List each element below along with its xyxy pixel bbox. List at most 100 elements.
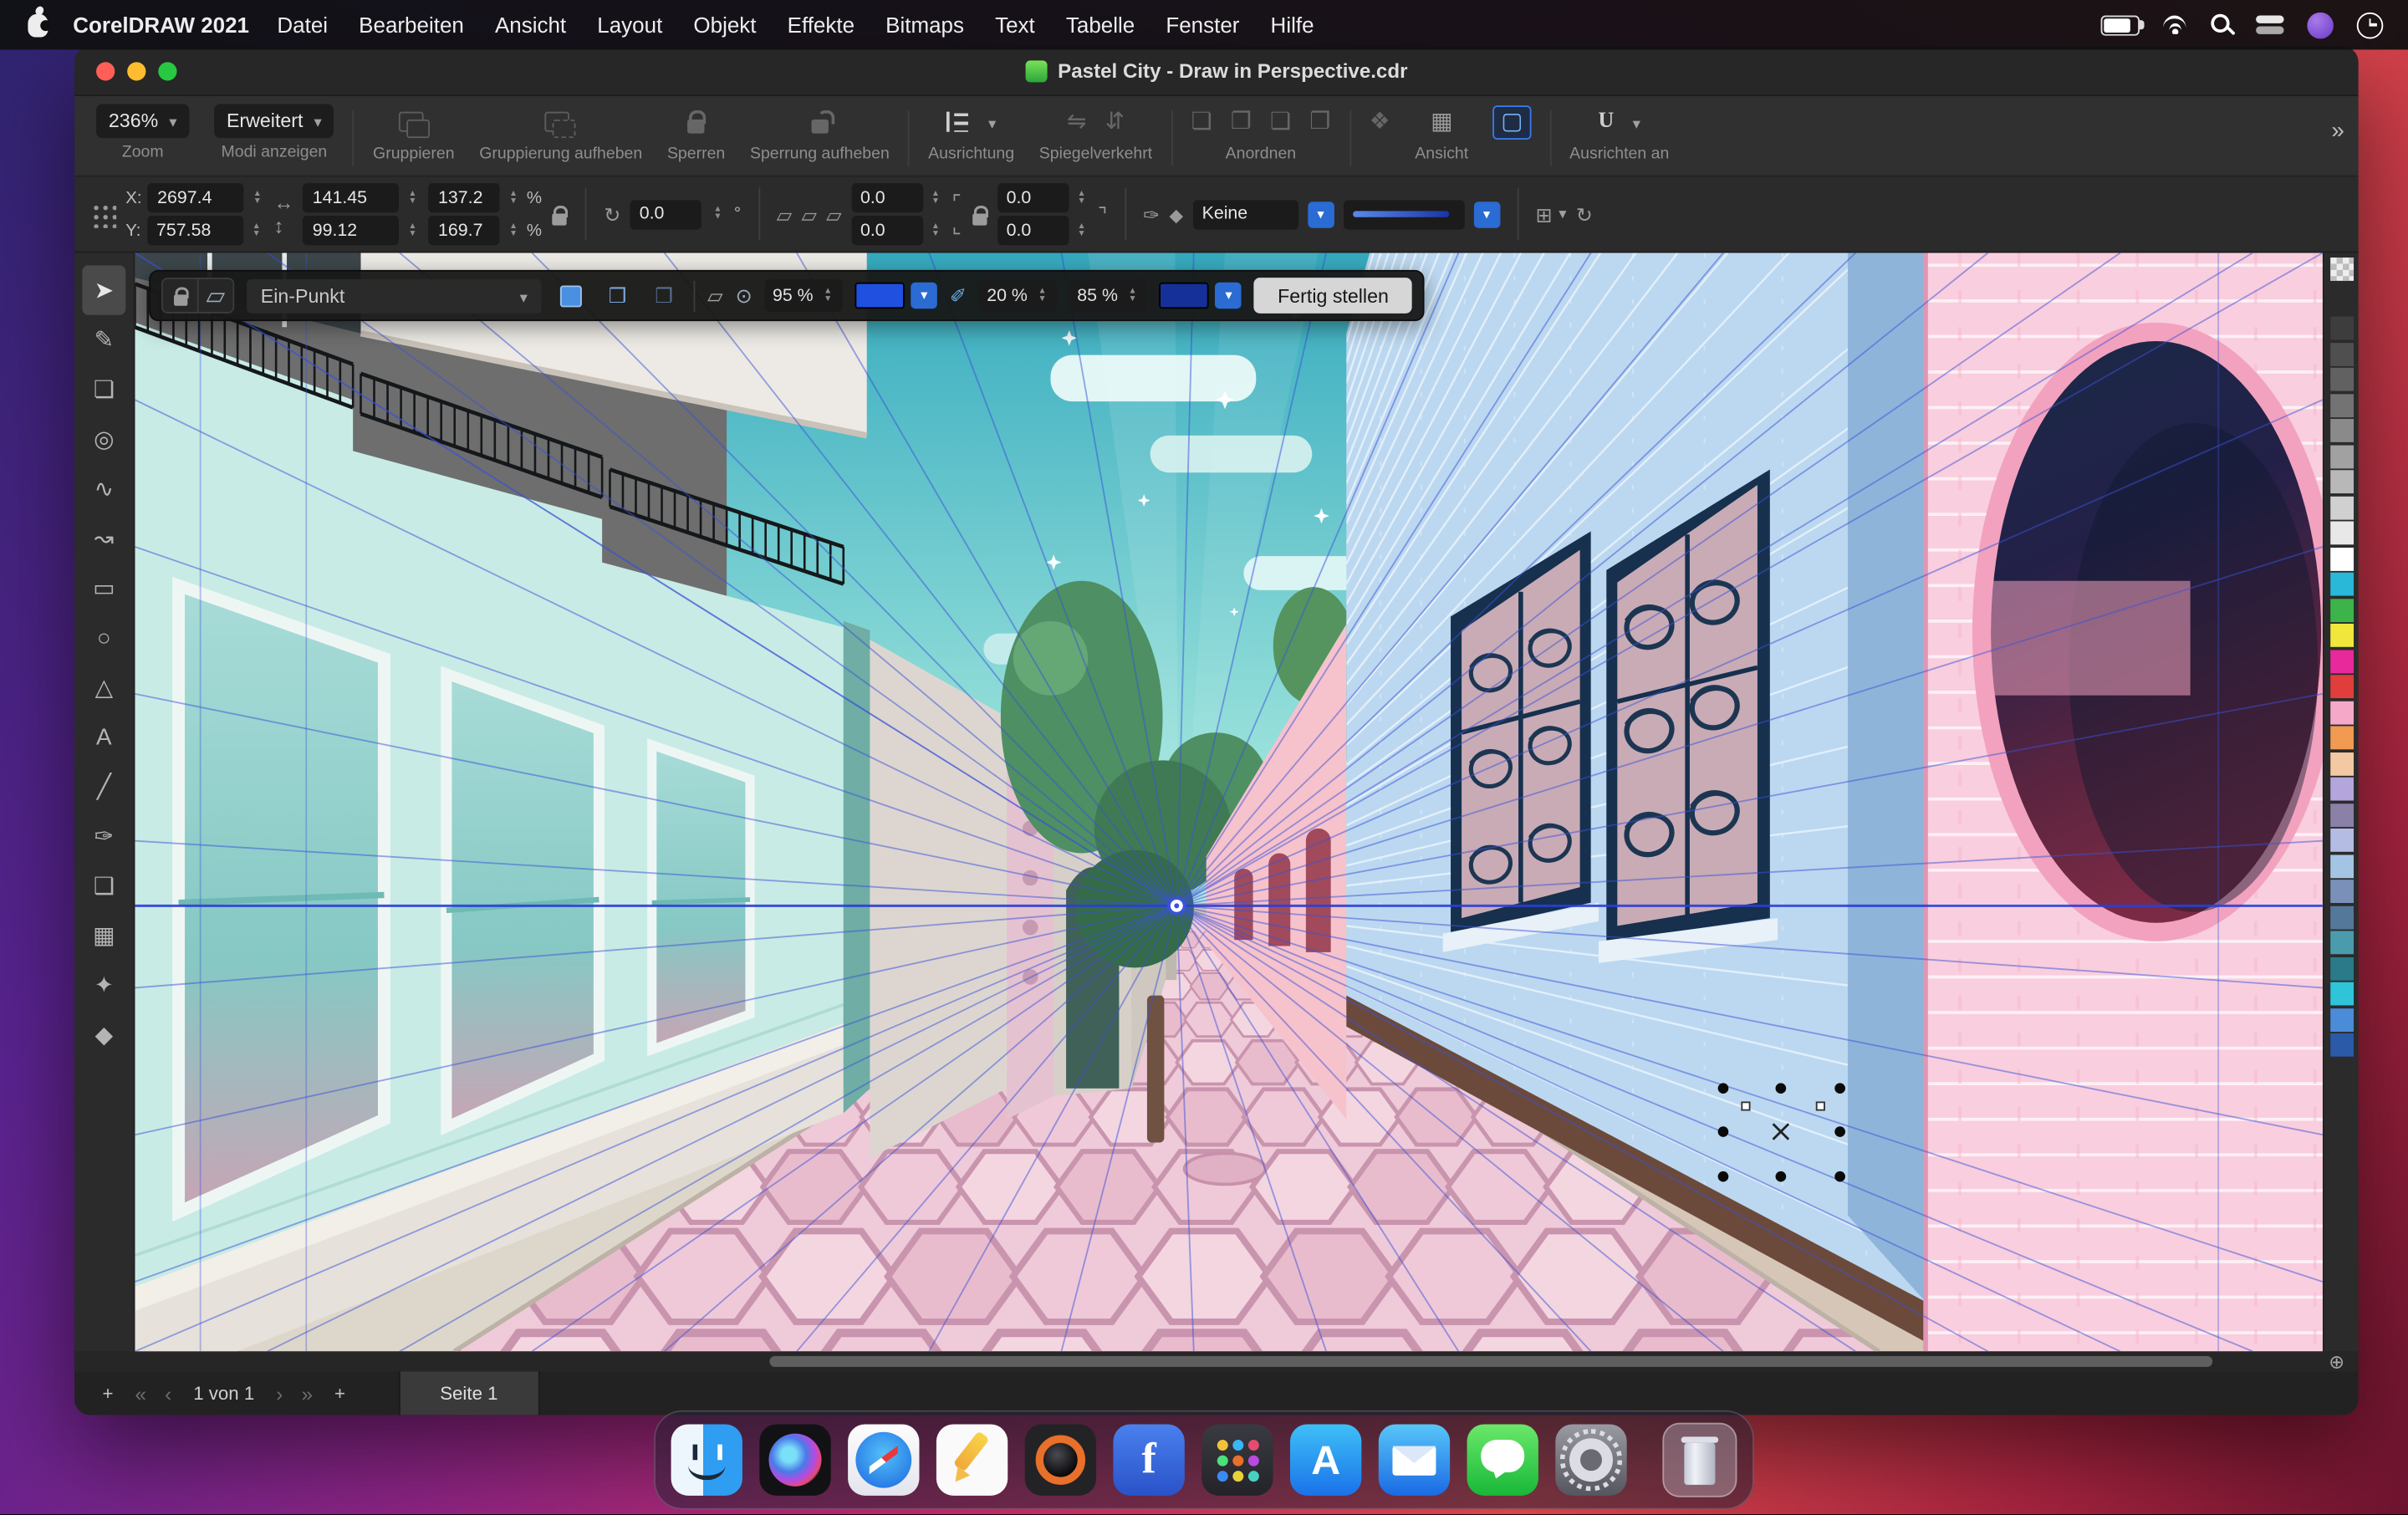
fill-a-field[interactable]: 20 % — [979, 279, 1057, 312]
line-color-dropdown[interactable]: ▾ — [855, 283, 937, 309]
color-swatch[interactable] — [2329, 905, 2353, 929]
menu-item-text[interactable]: Text — [980, 13, 1051, 38]
freehand-tool[interactable]: ∿ — [82, 464, 125, 513]
mirror-h-button[interactable]: ▱ — [777, 204, 793, 224]
menu-item-tabelle[interactable]: Tabelle — [1050, 13, 1150, 38]
menubar-app-name[interactable]: CorelDRAW 2021 — [73, 13, 249, 38]
add-page-button-2[interactable]: + — [322, 1382, 358, 1404]
corner-zoom-icon[interactable]: ⊕ — [2321, 1350, 2352, 1372]
menu-item-layout[interactable]: Layout — [582, 13, 678, 38]
zoom-window-button[interactable] — [158, 61, 176, 79]
scrollbar-thumb[interactable] — [770, 1356, 2212, 1367]
refresh-icon[interactable]: ↻ — [1576, 204, 1593, 224]
align-icon[interactable] — [946, 112, 970, 132]
avatar-icon[interactable] — [2307, 12, 2334, 38]
finder-dock-icon[interactable] — [671, 1425, 742, 1496]
chevron-down-icon[interactable] — [1633, 108, 1640, 135]
cc-icon[interactable] — [2256, 16, 2283, 34]
scale-v-stepper[interactable] — [507, 222, 521, 238]
zoom-level-dropdown[interactable]: 236% — [96, 104, 189, 138]
outline-pen-icon[interactable]: ✑ — [1143, 204, 1160, 224]
magnet-icon[interactable]: U — [1599, 110, 1615, 135]
y-input[interactable]: 757.58 — [147, 216, 243, 245]
active-view-button[interactable]: ▢ — [1493, 105, 1531, 139]
fill-a-stepper[interactable] — [1035, 288, 1049, 304]
crop-tool[interactable]: ❏ — [82, 365, 125, 414]
color-swatch[interactable] — [2329, 547, 2353, 570]
color-swatch[interactable] — [2329, 393, 2353, 416]
height-stepper[interactable] — [406, 222, 420, 238]
plane-xy-button[interactable] — [554, 280, 588, 311]
system-settings-dock-icon[interactable] — [1555, 1425, 1626, 1496]
chevron-down-icon[interactable]: ▾ — [1216, 283, 1242, 309]
color-swatch[interactable] — [2329, 1007, 2353, 1031]
scale-h-input[interactable]: 137.2 — [429, 183, 500, 212]
wifi-icon[interactable] — [2163, 16, 2188, 34]
color-swatch[interactable] — [2329, 291, 2353, 314]
lock-icon[interactable] — [687, 120, 704, 134]
color-swatch[interactable] — [2329, 470, 2353, 493]
menu-item-datei[interactable]: Datei — [262, 13, 344, 38]
corner-bl-icon[interactable]: ⌞ — [951, 216, 961, 236]
draw-app-dock-icon[interactable] — [936, 1425, 1008, 1496]
mesh-fill-tool[interactable]: ▦ — [82, 911, 125, 960]
scrollbar-track[interactable] — [136, 1354, 2321, 1369]
artistic-media-tool[interactable]: ✑ — [82, 812, 125, 861]
menu-item-ansicht[interactable]: Ansicht — [479, 13, 581, 38]
font-app-dock-icon[interactable] — [1113, 1425, 1184, 1496]
color-swatch[interactable] — [2329, 829, 2353, 852]
menu-item-effekte[interactable]: Effekte — [772, 13, 870, 38]
last-page-button[interactable]: » — [292, 1381, 322, 1405]
menu-item-objekt[interactable]: Objekt — [678, 13, 772, 38]
opacity-stepper[interactable] — [821, 288, 835, 304]
offset-top-stepper[interactable] — [929, 190, 943, 206]
close-button[interactable] — [96, 61, 115, 79]
chevron-down-icon[interactable]: ▾ — [911, 283, 938, 309]
color-swatch[interactable] — [2329, 701, 2353, 724]
window-titlebar[interactable]: Pastel City - Draw in Perspective.cdr — [74, 47, 2359, 96]
color-swatch[interactable] — [2329, 956, 2353, 980]
color-swatch[interactable] — [2329, 982, 2353, 1006]
ink-drop-icon[interactable]: ⬥ — [1169, 204, 1183, 224]
y-stepper[interactable] — [249, 222, 263, 238]
launchpad-dock-icon[interactable] — [1201, 1425, 1273, 1496]
back-one-icon[interactable]: ❐ — [1309, 110, 1330, 134]
plane-box2-button[interactable]: ❒ — [647, 280, 681, 311]
color-swatch[interactable] — [2329, 368, 2353, 391]
corner-top-stepper[interactable] — [1074, 190, 1089, 206]
offset-bottom-input[interactable]: 0.0 — [851, 216, 922, 245]
perspective-plane-icon[interactable]: ▱ — [197, 279, 233, 312]
interactive-fill-tool[interactable]: ❑ — [82, 861, 125, 911]
scale-v-input[interactable]: 169.7 — [429, 216, 500, 245]
polygon-tool[interactable]: △ — [82, 662, 125, 712]
battery-icon[interactable] — [2101, 15, 2140, 35]
view-mode-dropdown[interactable]: Erweitert — [214, 104, 334, 138]
chevron-down-icon[interactable]: ▾ — [1308, 201, 1334, 227]
menu-item-bitmaps[interactable]: Bitmaps — [870, 13, 980, 38]
menu-item-bearbeiten[interactable]: Bearbeiten — [344, 13, 480, 38]
color-swatch[interactable] — [2329, 624, 2353, 647]
color-swatch[interactable] — [2329, 752, 2353, 775]
fill-b-field[interactable]: 85 % — [1069, 279, 1147, 312]
chevron-down-icon[interactable] — [988, 108, 996, 135]
color-swatch[interactable] — [2329, 931, 2353, 954]
app-store-dock-icon[interactable] — [1290, 1425, 1361, 1496]
corner-bottom-stepper[interactable] — [1074, 222, 1089, 238]
mirror-c-button[interactable]: ▱ — [801, 204, 817, 224]
angle-input[interactable]: 0.0 — [630, 199, 701, 228]
color-swatch[interactable] — [2329, 419, 2353, 442]
to-back-icon[interactable]: ❐ — [1231, 110, 1252, 134]
wrap-text-dropdown[interactable]: ⊞ — [1536, 199, 1567, 228]
drawing-canvas[interactable]: ▱ Ein-Punkt ❒ ❒ ▱ ⊙ 95 % ▾ — [135, 252, 2322, 1351]
vanishing-point[interactable] — [1169, 898, 1185, 914]
line-tool[interactable]: ╱ — [82, 762, 125, 811]
x-stepper[interactable] — [251, 190, 265, 206]
menu-item-fenster[interactable]: Fenster — [1150, 13, 1255, 38]
no-color-swatch[interactable] — [2329, 258, 2353, 281]
angle-stepper[interactable] — [711, 207, 725, 222]
menu-item-hilfe[interactable]: Hilfe — [1255, 13, 1329, 38]
corner-top-input[interactable]: 0.0 — [997, 183, 1068, 212]
lock-icon[interactable] — [163, 279, 197, 312]
mirror-horizontal-icon[interactable]: ⇋ — [1067, 110, 1086, 134]
clock-icon[interactable] — [2357, 12, 2384, 38]
